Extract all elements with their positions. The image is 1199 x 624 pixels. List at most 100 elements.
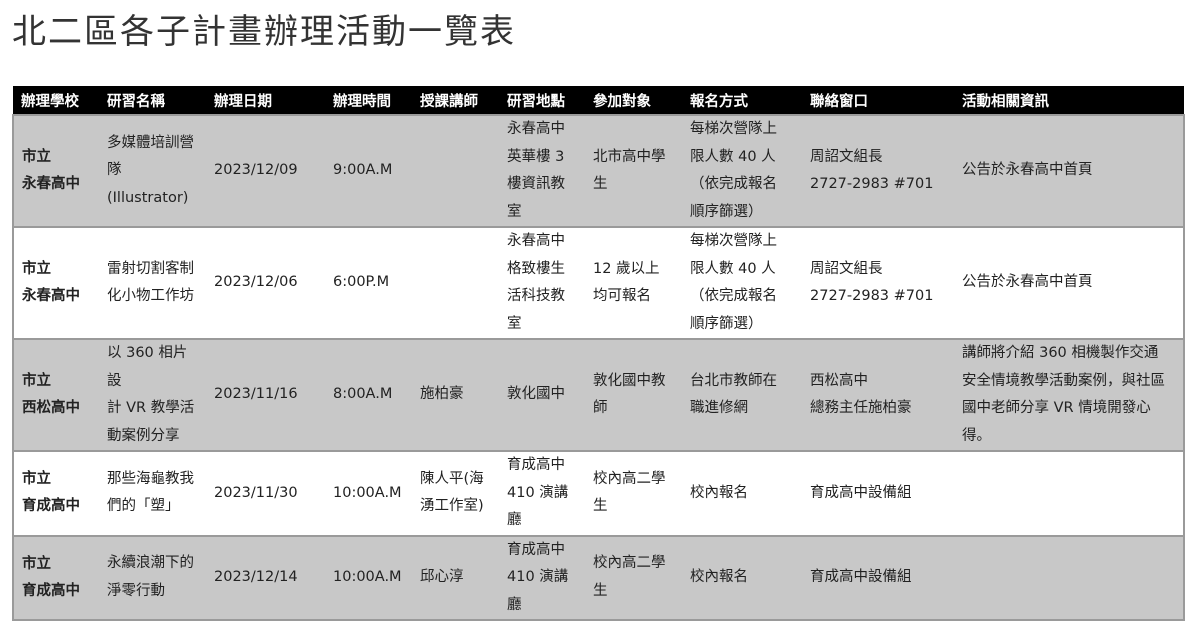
table-body: 市立 永春高中 多媒體培訓營 隊(Illustrator) 2023/12/09 9:00… [12, 114, 1185, 621]
cell-registration: 校內報名 [682, 451, 802, 537]
cell-school: 市立 西松高中 [12, 339, 99, 452]
cell-time: 10:00A.M [325, 535, 412, 621]
cell-school-line: 市立 [22, 471, 51, 488]
cell-contact: 周詔文組長 2727-2983 #701 [802, 114, 954, 228]
cell-registration-line: （依完成報名 [690, 176, 777, 192]
cell-location-line: 樓資訊教 [507, 176, 565, 192]
column-header: 參加對象 [585, 86, 682, 115]
table-header-row: 辦理學校 研習名稱 辦理日期 辦理時間 授課講師 研習地點 參加對象 報名方式 … [13, 86, 1184, 115]
cell-school-line: 市立 [22, 261, 51, 277]
cell-lecturer: 邱心淳 [412, 535, 499, 621]
column-header: 辦理時間 [325, 86, 412, 115]
cell-contact: 西松高中 總務主任施柏豪 [802, 339, 954, 452]
cell-date-text: 2023/11/16 [214, 386, 298, 403]
table-row: 市立 西松高中以 360 相片設計 VR 教學活 動案例分享 2023/11/16 8:… [12, 339, 1185, 452]
cell-school-line: 市立 [22, 555, 51, 572]
cell-audience-line: 均可報名 [593, 288, 651, 304]
cell-registration-line: 職進修網 [690, 400, 748, 416]
cell-info-line: 國中老師分享 VR 情境開發心 [962, 400, 1151, 416]
cell-audience: 北市高中學生 [585, 114, 682, 228]
cell-course-name: 以 360 相片設計 VR 教學活 動案例分享 [99, 339, 206, 452]
cell-registration-line: 順序篩選） [690, 203, 763, 220]
cell-course-name-line: 那些海龜教我 [107, 470, 194, 487]
cell-registration: 每梯次營隊上 限人數 40 人 （依完成報名 順序篩選） [682, 227, 802, 340]
cell-audience-line: 生 [593, 498, 608, 515]
cell-contact: 育成高中設備組 [802, 451, 954, 537]
cell-registration-line: 每梯次營隊上 [690, 121, 777, 137]
cell-location-line: 410 演講 [507, 484, 569, 501]
column-header: 授課講師 [412, 86, 499, 115]
table-row: 市立 永春高中 雷射切割客制 化小物工作坊 2023/12/06 6:00P.M 永春高中格… [12, 227, 1185, 340]
cell-audience-line: 校內高二學 [593, 555, 666, 572]
column-header: 聯絡窗口 [802, 86, 954, 115]
cell-time-text: 6:00P.M [333, 274, 390, 291]
cell-contact-line: 2727-2983 #701 [810, 288, 934, 304]
cell-info: 公告於永春高中首頁 [954, 227, 1185, 340]
cell-time: 9:00A.M [325, 114, 412, 228]
cell-course-name-line: 雷射切割客制 [107, 260, 194, 277]
cell-course-name: 雷射切割客制 化小物工作坊 [99, 227, 206, 340]
cell-contact-line: 育成高中設備組 [810, 569, 912, 585]
cell-lecturer-line: 邱心淳 [420, 569, 464, 585]
cell-location-line: 育成高中 [507, 541, 565, 558]
cell-course-name-line: 永續浪潮下的 [107, 555, 194, 572]
cell-audience: 校內高二學生 [585, 535, 682, 621]
cell-school: 市立 永春高中 [12, 227, 99, 340]
cell-registration-line: 限人數 40 人 [690, 260, 776, 277]
cell-time-text: 10:00A.M [333, 569, 402, 585]
cell-lecturer-line: 湧工作室) [420, 498, 484, 515]
cell-location: 永春高中 英華樓 3 樓資訊教室 [499, 114, 585, 228]
table-row: 市立 育成高中 永續浪潮下的 淨零行動 2023/12/14 10:00A.M 邱心淳 育成高… [12, 535, 1185, 621]
cell-location-line: 室 [507, 203, 522, 220]
cell-course-name: 多媒體培訓營 隊(Illustrator) [99, 114, 206, 228]
cell-location-line: 410 演講 [507, 569, 569, 585]
cell-contact-line: 周詔文組長 [810, 148, 883, 165]
cell-course-name-line: 淨零行動 [107, 582, 165, 599]
cell-course-name-line: 們的「塑」 [107, 498, 180, 515]
cell-date-text: 2023/12/14 [214, 569, 298, 585]
cell-location-line: 永春高中 [507, 233, 565, 249]
cell-date: 2023/12/06 [206, 227, 325, 340]
cell-audience-line: 師 [593, 400, 608, 416]
cell-info [954, 451, 1185, 537]
cell-location-line: 室 [507, 315, 522, 332]
cell-contact: 周詔文組長 2727-2983 #701 [802, 227, 954, 340]
cell-audience-line: 北市高中學 [593, 148, 666, 165]
cell-location: 敦化國中 [499, 339, 585, 452]
cell-registration-line: 限人數 40 人 [690, 148, 776, 165]
cell-registration: 台北市教師在 職進修網 [682, 339, 802, 452]
cell-info [954, 535, 1185, 621]
page-title: 北二區各子計畫辦理活動一覽表 [12, 12, 516, 52]
cell-contact-line: 育成高中設備組 [810, 484, 912, 501]
cell-location-line: 廳 [507, 596, 522, 613]
cell-lecturer-line: 陳人平(海 [420, 470, 484, 487]
cell-course-name-line: 多媒體培訓營 [107, 134, 194, 151]
cell-info-line: 公告於永春高中首頁 [962, 274, 1093, 291]
cell-registration-line: 每梯次營隊上 [690, 233, 777, 249]
cell-contact-line: 總務主任施柏豪 [810, 400, 912, 416]
cell-location: 育成高中 410 演講廳 [499, 535, 585, 621]
cell-school-line: 育成高中 [22, 498, 80, 515]
cell-registration-line: 順序篩選） [690, 315, 763, 332]
cell-course-name-line: 動案例分享 [107, 427, 180, 444]
cell-school: 市立 育成高中 [12, 535, 99, 621]
column-header: 辦理學校 [13, 86, 99, 115]
cell-location: 育成高中 410 演講廳 [499, 451, 585, 537]
table-row: 市立育成高中 那些海龜教我 們的「塑」 2023/11/30 10:00A.M 陳人平(海… [12, 451, 1185, 537]
column-header: 研習名稱 [99, 86, 206, 115]
cell-time: 8:00A.M [325, 339, 412, 452]
cell-audience-line: 敦化國中教 [593, 372, 666, 389]
cell-location: 永春高中 格致樓生 活科技教室 [499, 227, 585, 340]
cell-location-line: 永春高中 [507, 121, 565, 137]
cell-date-text: 2023/11/30 [214, 484, 298, 501]
cell-audience: 校內高二學生 [585, 451, 682, 537]
cell-time-text: 10:00A.M [333, 484, 402, 501]
cell-contact: 育成高中設備組 [802, 535, 954, 621]
cell-info-line: 得。 [962, 427, 991, 444]
cell-registration-line: 台北市教師在 [690, 372, 777, 389]
cell-audience-line: 生 [593, 582, 608, 599]
cell-time: 6:00P.M [325, 227, 412, 340]
activities-table: 辦理學校 研習名稱 辦理日期 辦理時間 授課講師 研習地點 參加對象 報名方式 … [12, 86, 1185, 621]
cell-course-name: 那些海龜教我 們的「塑」 [99, 451, 206, 537]
cell-school-line: 西松高中 [22, 400, 80, 416]
